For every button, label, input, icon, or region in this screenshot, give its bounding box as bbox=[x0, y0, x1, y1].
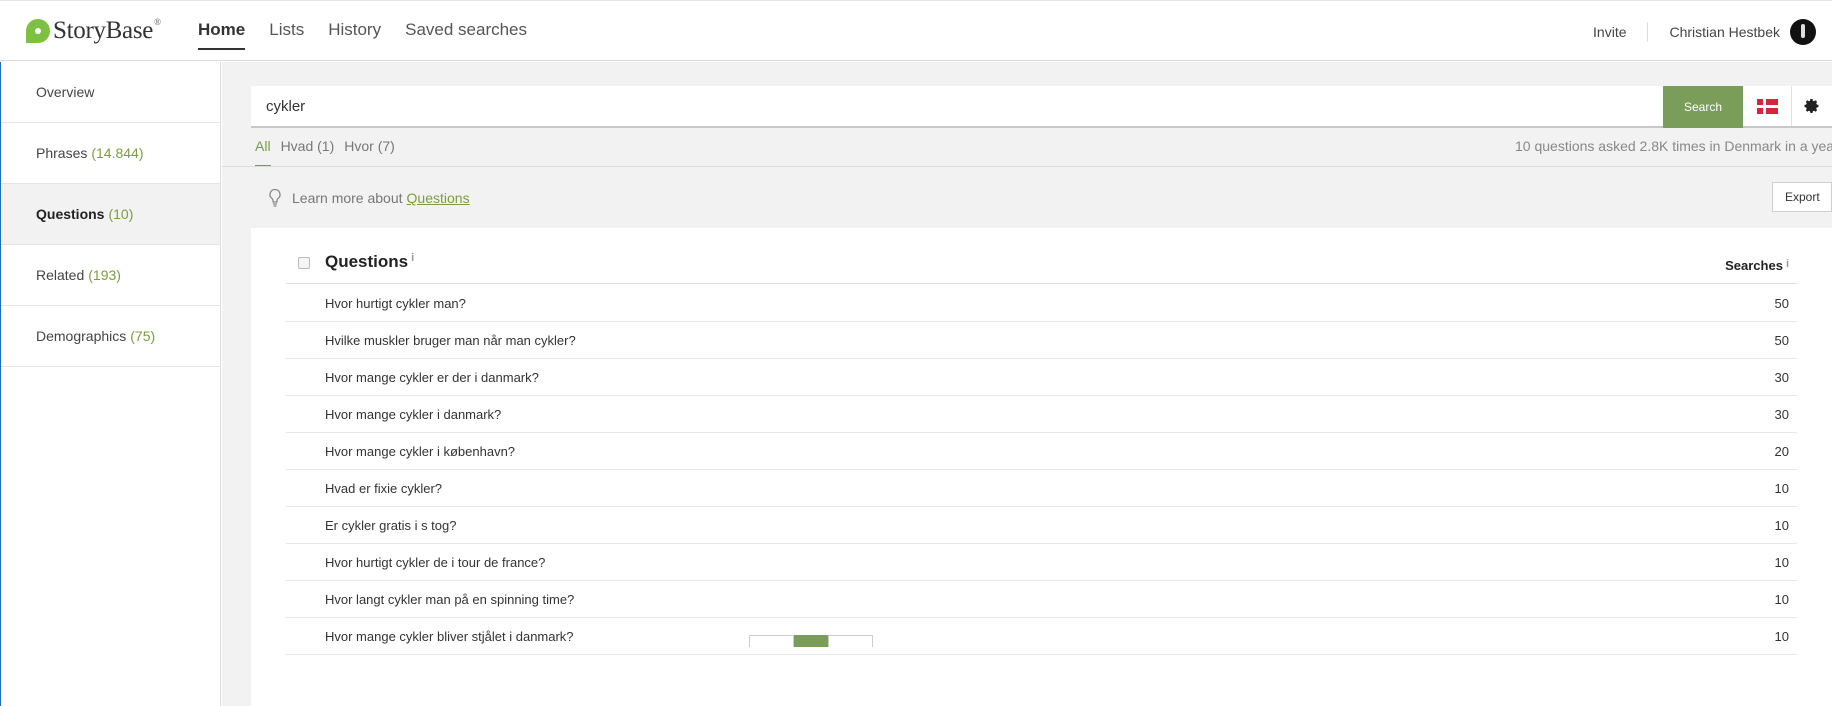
search-count: 10 bbox=[1774, 480, 1789, 496]
sidebar-item-count: (10) bbox=[108, 206, 134, 222]
question-text[interactable]: Er cykler gratis i s tog? bbox=[286, 518, 1775, 533]
search-button[interactable]: Search bbox=[1663, 86, 1743, 128]
filter-hvad[interactable]: Hvad (1) bbox=[281, 138, 335, 166]
pagination bbox=[749, 635, 873, 647]
sidebar-item-demographics[interactable]: Demographics (75) bbox=[1, 306, 220, 367]
learn-more-text: Learn more about bbox=[292, 190, 403, 206]
nav-lists[interactable]: Lists bbox=[257, 1, 316, 62]
sidebar-item-questions[interactable]: Questions (10) bbox=[1, 184, 220, 245]
table-header: Questions i Searches i bbox=[286, 252, 1797, 284]
question-text[interactable]: Hvor mange cykler i danmark? bbox=[286, 407, 1775, 422]
searches-column-header[interactable]: Searches i bbox=[1725, 258, 1789, 273]
sidebar-item-count: (14.844) bbox=[91, 145, 144, 161]
question-text[interactable]: Hvor hurtigt cykler de i tour de france? bbox=[286, 555, 1775, 570]
search-count: 50 bbox=[1774, 295, 1789, 311]
logo-text: StoryBase® bbox=[53, 17, 161, 44]
sidebar-item-label: Phrases bbox=[36, 145, 88, 161]
sidebar: Overview Phrases (14.844) Questions (10)… bbox=[0, 62, 221, 706]
question-text[interactable]: Hvor hurtigt cykler man? bbox=[286, 296, 1775, 311]
sidebar-item-phrases[interactable]: Phrases (14.844) bbox=[1, 123, 220, 184]
table-row: Hvor hurtigt cykler de i tour de france?… bbox=[286, 544, 1797, 581]
lightbulb-icon bbox=[269, 188, 281, 207]
question-text[interactable]: Hvad er fixie cykler? bbox=[286, 481, 1775, 496]
page-current-button[interactable] bbox=[794, 635, 828, 647]
user-area: Invite Christian Hestbek bbox=[1593, 1, 1816, 62]
sidebar-item-label: Overview bbox=[36, 84, 95, 100]
search-count: 10 bbox=[1774, 591, 1789, 607]
export-button[interactable]: Export bbox=[1772, 182, 1832, 212]
avatar[interactable] bbox=[1790, 18, 1816, 45]
search-count: 10 bbox=[1774, 517, 1789, 533]
sidebar-item-overview[interactable]: Overview bbox=[1, 62, 220, 123]
filter-all[interactable]: All bbox=[255, 138, 271, 167]
search-bar: Search bbox=[251, 86, 1832, 128]
table-row: Hvad er fixie cykler? 10 bbox=[286, 470, 1797, 507]
search-count: 50 bbox=[1774, 332, 1789, 348]
question-text[interactable]: Hvilke muskler bruger man når man cykler… bbox=[286, 333, 1775, 348]
search-count: 20 bbox=[1774, 443, 1789, 459]
main-content: Search All Hvad (1) Hvor (7) 10 question… bbox=[222, 62, 1832, 706]
sidebar-item-label: Demographics bbox=[36, 328, 127, 344]
denmark-flag-icon bbox=[1756, 98, 1778, 114]
info-icon[interactable]: i bbox=[1786, 258, 1789, 270]
top-bar: StoryBase® Home Lists History Saved sear… bbox=[0, 0, 1832, 61]
sidebar-item-count: (75) bbox=[130, 328, 156, 344]
page-prev-button[interactable] bbox=[749, 635, 794, 647]
main-nav: Home Lists History Saved searches bbox=[198, 1, 539, 62]
table-row: Hvor mange cykler er der i danmark? 30 bbox=[286, 359, 1797, 396]
invite-link[interactable]: Invite bbox=[1593, 21, 1648, 42]
table-row: Hvor mange cykler bliver stjålet i danma… bbox=[286, 618, 1797, 655]
search-count: 10 bbox=[1774, 554, 1789, 570]
search-count: 30 bbox=[1774, 369, 1789, 385]
nav-home[interactable]: Home bbox=[198, 1, 257, 62]
select-all-checkbox[interactable] bbox=[298, 257, 310, 269]
info-icon[interactable]: i bbox=[411, 252, 414, 264]
learn-more: Learn more about Questions bbox=[268, 188, 470, 208]
question-text[interactable]: Hvor mange cykler i københavn? bbox=[286, 444, 1775, 459]
questions-panel: Questions i Searches i Hvor hurtigt cykler… bbox=[251, 228, 1832, 706]
country-selector[interactable] bbox=[1743, 86, 1792, 126]
table-row: Hvor langt cykler man på en spinning tim… bbox=[286, 581, 1797, 618]
questions-list: Hvor hurtigt cykler man? 50 Hvilke muskle… bbox=[286, 285, 1797, 655]
question-filters: All Hvad (1) Hvor (7) bbox=[255, 138, 405, 167]
filter-hvor[interactable]: Hvor (7) bbox=[344, 138, 395, 166]
table-title: Questions i bbox=[325, 252, 415, 271]
divider bbox=[222, 166, 1832, 167]
nav-saved-searches[interactable]: Saved searches bbox=[393, 1, 539, 62]
page-next-button[interactable] bbox=[828, 635, 873, 647]
logo-mark-icon bbox=[26, 19, 50, 43]
gear-icon bbox=[1804, 99, 1819, 113]
sidebar-item-label: Questions bbox=[36, 206, 105, 222]
table-row: Hvilke muskler bruger man når man cykler… bbox=[286, 322, 1797, 359]
search-input[interactable] bbox=[251, 86, 1663, 126]
storybase-logo[interactable]: StoryBase® bbox=[26, 17, 161, 45]
table-row: Hvor hurtigt cykler man? 50 bbox=[286, 285, 1797, 322]
question-text[interactable]: Hvor langt cykler man på en spinning tim… bbox=[286, 592, 1775, 607]
search-count: 30 bbox=[1774, 406, 1789, 422]
results-summary: 10 questions asked 2.8K times in Denmark… bbox=[1515, 138, 1832, 154]
question-text[interactable]: Hvor mange cykler bliver stjålet i danma… bbox=[286, 629, 1775, 644]
learn-more-link[interactable]: Questions bbox=[407, 190, 470, 206]
user-name[interactable]: Christian Hestbek bbox=[1670, 24, 1781, 40]
table-row: Hvor mange cykler i danmark? 30 bbox=[286, 396, 1797, 433]
question-text[interactable]: Hvor mange cykler er der i danmark? bbox=[286, 370, 1775, 385]
sidebar-item-label: Related bbox=[36, 267, 85, 283]
table-row: Er cykler gratis i s tog? 10 bbox=[286, 507, 1797, 544]
table-row: Hvor mange cykler i københavn? 20 bbox=[286, 433, 1797, 470]
search-count: 10 bbox=[1774, 628, 1789, 644]
sidebar-item-count: (193) bbox=[88, 267, 121, 283]
sidebar-item-related[interactable]: Related (193) bbox=[1, 245, 220, 306]
nav-history[interactable]: History bbox=[316, 1, 393, 62]
settings-button[interactable] bbox=[1792, 86, 1832, 126]
